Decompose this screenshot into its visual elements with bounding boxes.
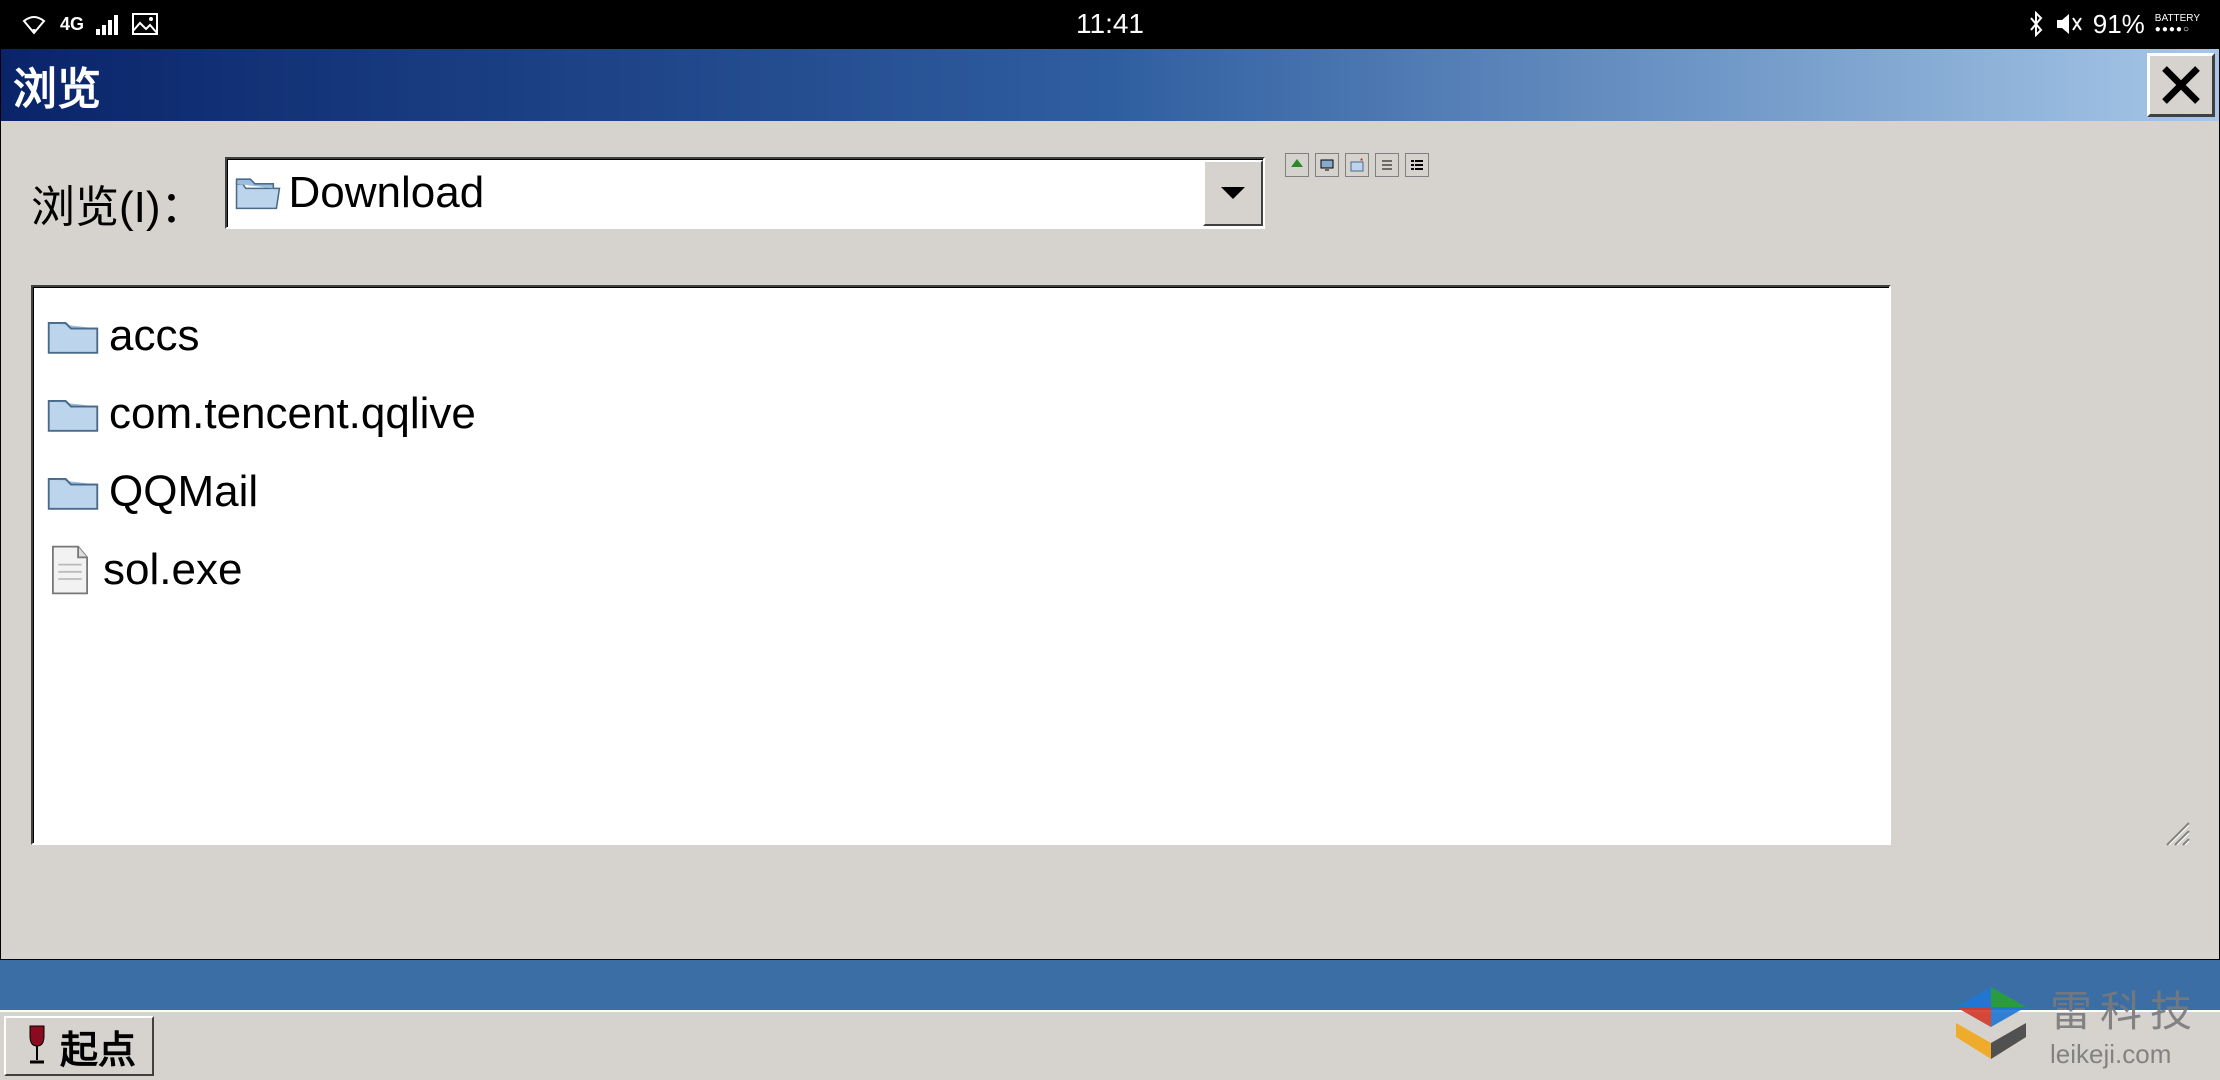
folder-icon (45, 391, 101, 437)
current-directory: Download (289, 168, 485, 218)
file-name: accs (109, 311, 199, 361)
list-item[interactable]: sol.exe (45, 531, 1877, 609)
file-toolbar: * (1285, 153, 1429, 177)
start-button[interactable]: 起点 (4, 1016, 154, 1076)
mute-icon (2055, 12, 2083, 36)
picture-icon (132, 13, 158, 35)
watermark-cn: 雷科技 (2050, 978, 2200, 1039)
watermark-logo-icon (1946, 979, 2036, 1069)
details-icon (1409, 157, 1425, 173)
android-status-bar: 4G 11:41 91% BATTERY ●●●●○ (0, 0, 2220, 48)
folder-open-icon (235, 174, 281, 212)
browse-dialog: 浏览 浏览(I)： Download (0, 48, 2220, 960)
network-type: 4G (60, 14, 84, 35)
desktop-button[interactable] (1315, 153, 1339, 177)
titlebar: 浏览 (1, 49, 2219, 121)
resize-grip-icon[interactable] (2161, 817, 2191, 847)
wifi-icon (20, 13, 48, 35)
new-folder-icon: * (1349, 157, 1365, 173)
directory-combo[interactable]: Download (225, 157, 1265, 229)
details-view-button[interactable] (1405, 153, 1429, 177)
chevron-down-icon (1219, 185, 1247, 201)
folder-icon (45, 469, 101, 515)
folder-icon (45, 313, 101, 359)
svg-text:*: * (1360, 157, 1363, 166)
up-one-level-button[interactable] (1285, 153, 1309, 177)
list-item[interactable]: QQMail (45, 453, 1877, 531)
signal-icon (96, 13, 120, 35)
watermark: 雷科技 leikeji.com (1946, 978, 2200, 1070)
combo-dropdown-button[interactable] (1203, 160, 1263, 226)
list-view-button[interactable] (1375, 153, 1399, 177)
battery-percent: 91% (2093, 9, 2145, 40)
file-icon (45, 543, 95, 597)
clock: 11:41 (1076, 8, 1144, 40)
close-icon (2159, 63, 2203, 107)
list-item[interactable]: accs (45, 297, 1877, 375)
bluetooth-icon (2027, 11, 2045, 37)
arrow-up-icon (1289, 157, 1305, 173)
battery-dots: ●●●●○ (2155, 24, 2190, 35)
new-folder-button[interactable]: * (1345, 153, 1369, 177)
close-button[interactable] (2147, 53, 2215, 117)
desktop-icon (1319, 157, 1335, 173)
taskbar: 起点 (0, 1010, 2220, 1080)
watermark-en: leikeji.com (2050, 1039, 2200, 1070)
wine-icon (22, 1024, 52, 1068)
battery-label: BATTERY (2155, 14, 2200, 24)
file-name: sol.exe (103, 545, 242, 595)
look-in-label: 浏览(I)： (31, 171, 205, 235)
desktop-strip (0, 960, 2220, 1010)
file-list[interactable]: accs com.tencent.qqlive QQMail sol.exe (31, 285, 1891, 845)
start-label: 起点 (60, 1019, 136, 1074)
file-name: com.tencent.qqlive (109, 389, 476, 439)
dialog-title: 浏览 (13, 53, 101, 117)
list-item[interactable]: com.tencent.qqlive (45, 375, 1877, 453)
file-name: QQMail (109, 467, 258, 517)
list-icon (1379, 157, 1395, 173)
